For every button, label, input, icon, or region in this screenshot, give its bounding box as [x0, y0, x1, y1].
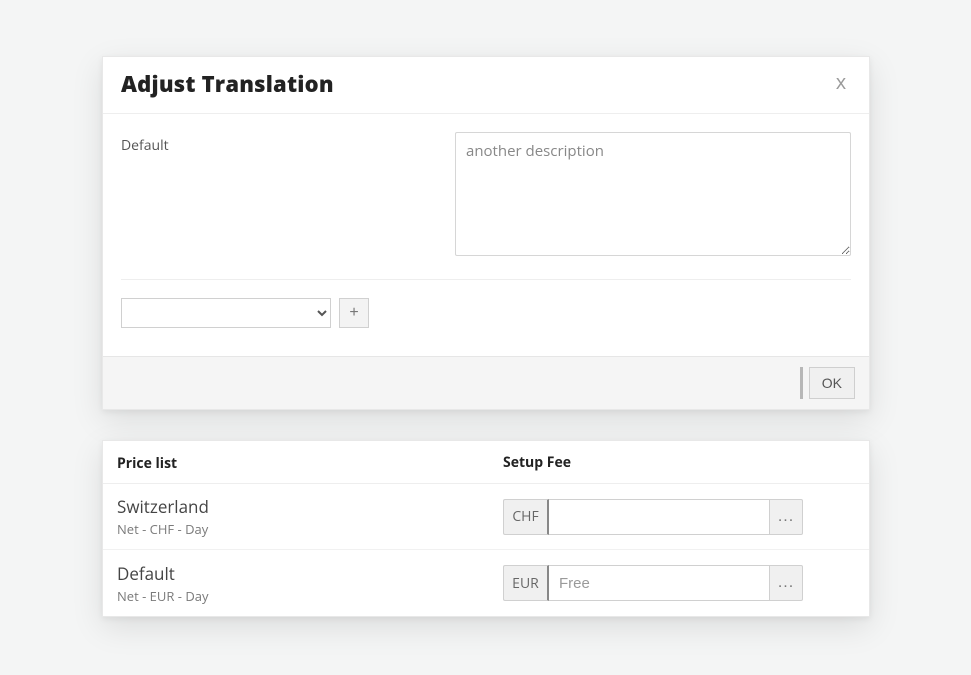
table-row: Switzerland Net - CHF - Day CHF ... [103, 484, 869, 550]
price-list-name: Switzerland [117, 495, 489, 518]
dialog-title: Adjust Translation [121, 69, 851, 99]
header-setup-fee: Setup Fee [503, 441, 869, 483]
more-button[interactable]: ... [769, 565, 803, 601]
setup-fee-group: CHF ... [503, 499, 803, 535]
close-icon[interactable]: x [827, 67, 855, 95]
currency-chip: CHF [503, 499, 549, 535]
price-list-cell: Switzerland Net - CHF - Day [103, 485, 503, 548]
language-select[interactable] [121, 298, 331, 328]
default-row: Default [121, 132, 851, 279]
ok-button-group: OK [800, 367, 855, 399]
currency-chip: EUR [503, 565, 549, 601]
table-row: Default Net - EUR - Day EUR ... [103, 550, 869, 616]
dialog-body: Default + [103, 113, 869, 356]
price-list-cell: Default Net - EUR - Day [103, 552, 503, 615]
setup-fee-input[interactable] [549, 499, 769, 535]
dialog-header: Adjust Translation x [103, 57, 869, 113]
default-field [455, 132, 851, 261]
price-list-sub: Net - EUR - Day [117, 587, 489, 605]
setup-fee-input[interactable] [549, 565, 769, 601]
add-language-row: + [121, 279, 851, 348]
ok-button[interactable]: OK [809, 367, 855, 399]
header-price-list: Price list [103, 441, 503, 483]
header-price-list-label: Price list [117, 454, 177, 473]
dialog-footer: OK [103, 356, 869, 409]
add-language-button[interactable]: + [339, 298, 369, 328]
default-label: Default [121, 132, 431, 261]
price-list-sub: Net - CHF - Day [117, 520, 489, 538]
header-setup-fee-label: Setup Fee [503, 453, 571, 472]
table-header-row: Price list Setup Fee [103, 441, 869, 484]
setup-fee-group: EUR ... [503, 565, 803, 601]
price-list-table: Price list Setup Fee Switzerland Net - C… [102, 440, 870, 617]
price-list-name: Default [117, 562, 489, 585]
setup-fee-cell: CHF ... [503, 489, 869, 545]
adjust-translation-dialog: Adjust Translation x Default + OK [102, 56, 870, 410]
description-textarea[interactable] [455, 132, 851, 256]
more-button[interactable]: ... [769, 499, 803, 535]
setup-fee-cell: EUR ... [503, 555, 869, 611]
